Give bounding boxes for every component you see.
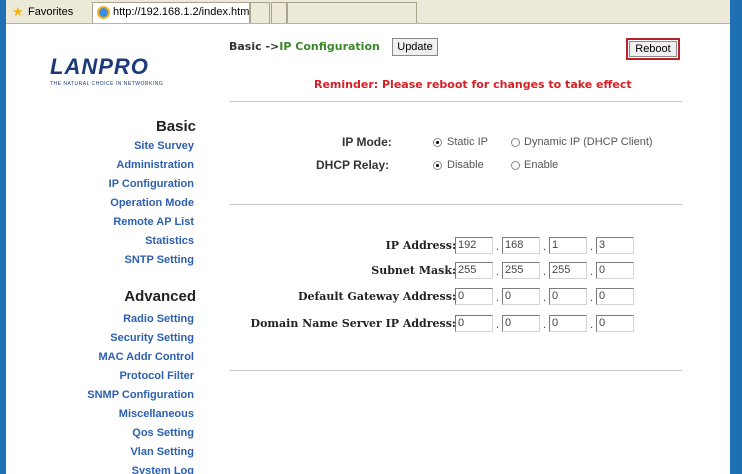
lanpro-logo: LANPRO THE NATURAL CHOICE IN NETWORKING xyxy=(50,54,200,92)
ip-dot: . xyxy=(543,292,547,304)
ip-dot: . xyxy=(590,319,594,331)
gateway-octet-1[interactable]: 0 xyxy=(455,288,493,305)
breadcrumb: Basic ->IP Configuration xyxy=(229,40,380,53)
gateway-label: Default Gateway Address: xyxy=(297,290,456,303)
subnet-mask-octet-1[interactable]: 255 xyxy=(455,262,493,279)
nav-snmp-configuration[interactable]: SNMP Configuration xyxy=(87,389,194,401)
nav-qos-setting[interactable]: Qos Setting xyxy=(132,427,194,439)
dhcp-relay-label: DHCP Relay: xyxy=(316,158,390,172)
subnet-mask-octet-2[interactable]: 255 xyxy=(502,262,540,279)
subnet-mask-octet-3[interactable]: 255 xyxy=(549,262,587,279)
gateway-octet-3[interactable]: 0 xyxy=(549,288,587,305)
nav-system-log[interactable]: System Log xyxy=(132,465,194,474)
divider-3 xyxy=(230,370,682,371)
subnet-mask-label: Subnet Mask: xyxy=(371,264,456,277)
dhcp-disable-label: Disable xyxy=(447,159,484,171)
star-icon: ★ xyxy=(12,4,24,19)
dynamic-ip-radio[interactable] xyxy=(511,138,520,147)
ip-address-octet-2[interactable]: 168 xyxy=(502,237,540,254)
subnet-mask-octet-4[interactable]: 0 xyxy=(596,262,634,279)
breadcrumb-prefix: Basic -> xyxy=(229,40,280,53)
static-ip-label: Static IP xyxy=(447,136,488,148)
dns-octet-3[interactable]: 0 xyxy=(549,315,587,332)
nav-ip-configuration[interactable]: IP Configuration xyxy=(109,178,194,190)
dns-label: Domain Name Server IP Address: xyxy=(250,317,456,330)
browser-tab-active[interactable]: http://192.168.1.2/index.htm xyxy=(92,2,250,23)
nav-site-survey[interactable]: Site Survey xyxy=(134,140,194,152)
nav-remote-ap-list[interactable]: Remote AP List xyxy=(113,216,194,228)
dhcp-enable-radio[interactable] xyxy=(511,161,520,170)
ip-dot: . xyxy=(590,266,594,278)
ip-dot: . xyxy=(590,241,594,253)
browser-window: ★ Favorites http://192.168.1.2/index.htm… xyxy=(0,0,742,474)
ip-dot: . xyxy=(496,292,500,304)
nav-operation-mode[interactable]: Operation Mode xyxy=(110,197,194,209)
dns-octet-1[interactable]: 0 xyxy=(455,315,493,332)
nav-administration[interactable]: Administration xyxy=(116,159,194,171)
gateway-octet-2[interactable]: 0 xyxy=(502,288,540,305)
tab-empty-1[interactable] xyxy=(250,2,270,23)
divider-2 xyxy=(230,204,682,205)
ip-dot: . xyxy=(496,241,500,253)
tab-url-label: http://192.168.1.2/index.htm xyxy=(113,6,250,18)
tab-empty-2[interactable] xyxy=(271,2,287,23)
divider-1 xyxy=(230,101,682,102)
nav-radio-setting[interactable]: Radio Setting xyxy=(123,313,194,325)
gateway-octet-4[interactable]: 0 xyxy=(596,288,634,305)
dhcp-disable-radio[interactable] xyxy=(433,161,442,170)
nav-statistics[interactable]: Statistics xyxy=(145,235,194,247)
dns-octet-4[interactable]: 0 xyxy=(596,315,634,332)
reboot-button[interactable]: Reboot xyxy=(629,41,677,57)
static-ip-radio[interactable] xyxy=(433,138,442,147)
ip-address-octet-4[interactable]: 3 xyxy=(596,237,634,254)
favorites-button[interactable]: ★ Favorites xyxy=(8,2,90,22)
nav-heading-advanced: Advanced xyxy=(124,288,196,305)
ip-address-octet-3[interactable]: 1 xyxy=(549,237,587,254)
ip-dot: . xyxy=(590,292,594,304)
reboot-reminder: Reminder: Please reboot for changes to t… xyxy=(314,78,632,91)
ip-dot: . xyxy=(496,266,500,278)
ip-mode-label: IP Mode: xyxy=(342,135,392,149)
logo-text: LANPRO xyxy=(50,54,149,79)
ip-dot: . xyxy=(543,266,547,278)
ie-icon xyxy=(97,6,110,19)
browser-tab-bar: ★ Favorites http://192.168.1.2/index.htm xyxy=(6,0,730,24)
ip-address-label: IP Address: xyxy=(385,239,456,252)
nav-mac-addr-control[interactable]: MAC Addr Control xyxy=(98,351,194,363)
dynamic-ip-label: Dynamic IP (DHCP Client) xyxy=(524,136,653,148)
nav-heading-basic: Basic xyxy=(155,118,196,135)
dns-octet-2[interactable]: 0 xyxy=(502,315,540,332)
logo-tagline: THE NATURAL CHOICE IN NETWORKING xyxy=(50,81,164,87)
ip-dot: . xyxy=(543,319,547,331)
nav-miscellaneous[interactable]: Miscellaneous xyxy=(119,408,194,420)
ip-address-octet-1[interactable]: 192 xyxy=(455,237,493,254)
dhcp-enable-label: Enable xyxy=(524,159,559,171)
update-button[interactable]: Update xyxy=(392,38,438,56)
ip-dot: . xyxy=(496,319,500,331)
breadcrumb-current: IP Configuration xyxy=(279,40,380,53)
nav-security-setting[interactable]: Security Setting xyxy=(110,332,194,344)
tab-empty-3[interactable] xyxy=(287,2,417,23)
nav-protocol-filter[interactable]: Protocol Filter xyxy=(119,370,194,382)
nav-vlan-setting[interactable]: Vlan Setting xyxy=(130,446,194,458)
page-content: LANPRO THE NATURAL CHOICE IN NETWORKING … xyxy=(6,24,730,474)
nav-sntp-setting[interactable]: SNTP Setting xyxy=(125,254,194,266)
favorites-label: Favorites xyxy=(28,6,74,18)
ip-dot: . xyxy=(543,241,547,253)
